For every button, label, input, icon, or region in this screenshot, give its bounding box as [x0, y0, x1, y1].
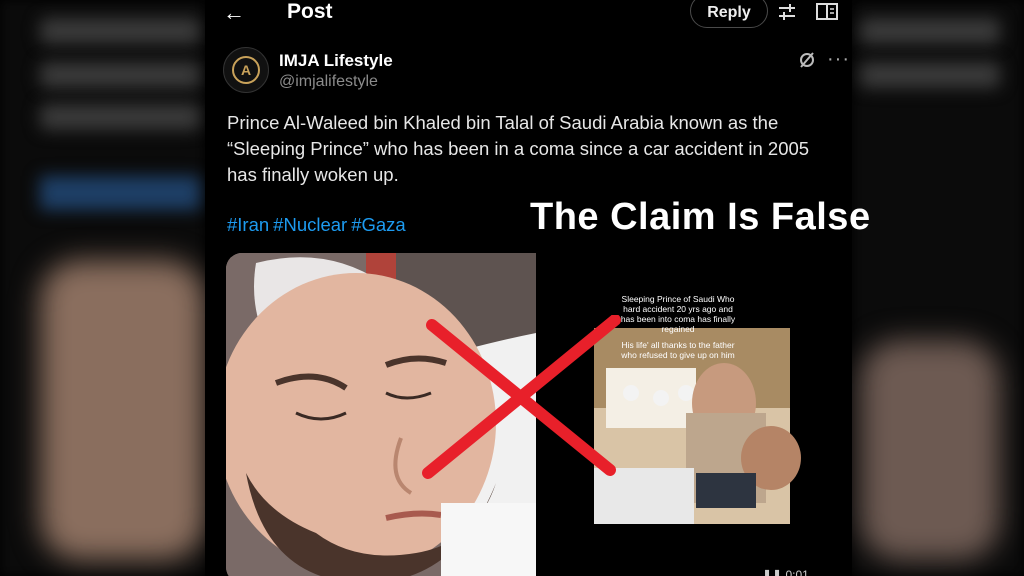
blurred-text: [40, 18, 200, 44]
blurred-text: [860, 18, 1000, 44]
claim-overlay-title: The Claim Is False: [530, 196, 871, 238]
blurred-text: [40, 104, 200, 130]
avatar[interactable]: A: [223, 47, 269, 93]
book-icon[interactable]: [816, 2, 838, 22]
blurred-text: [860, 62, 1000, 88]
red-x-mark-icon: [422, 315, 621, 479]
post-text-line: has finally woken up.: [227, 164, 399, 185]
video-caption: His life' all thanks to the father who r…: [621, 340, 735, 360]
reply-button[interactable]: Reply: [690, 0, 768, 28]
author-handle[interactable]: @imjalifestyle: [279, 73, 378, 91]
author-name[interactable]: IMJA Lifestyle: [279, 51, 393, 71]
post-text-line: Prince Al-Waleed bin Khaled bin Talal of…: [227, 112, 779, 133]
blurred-text: [40, 62, 200, 88]
blurred-hashtags: [40, 176, 200, 210]
hashtag-link[interactable]: #Iran: [227, 214, 269, 235]
top-bar: ← Post Reply: [205, 0, 852, 28]
more-options-icon[interactable]: ···: [827, 48, 850, 71]
arrow-left-icon[interactable]: ←: [223, 2, 245, 24]
post-text-line: “Sleeping Prince” who has been in a coma…: [227, 138, 810, 159]
video-timestamp: ❚❚ 0:01: [762, 568, 809, 576]
grok-icon[interactable]: [798, 51, 816, 69]
hashtag-link[interactable]: #Nuclear: [273, 214, 347, 235]
video-time: 0:01: [785, 568, 809, 576]
sliders-icon[interactable]: [777, 2, 797, 22]
blurred-face: [860, 340, 1000, 560]
page-title: Post: [287, 0, 333, 23]
post-text: Prince Al-Waleed bin Khaled bin Talal of…: [227, 110, 847, 188]
hashtag-list: #Iran #Nuclear #Gaza: [227, 214, 410, 236]
post-panel: ← Post Reply A IMJA Lifestyle @imjalifes…: [205, 0, 852, 576]
blurred-face: [40, 260, 205, 560]
hashtag-link[interactable]: #Gaza: [351, 214, 406, 235]
avatar-logo: A: [232, 56, 260, 84]
video-caption: Sleeping Prince of Saudi Who hard accide…: [620, 294, 736, 334]
